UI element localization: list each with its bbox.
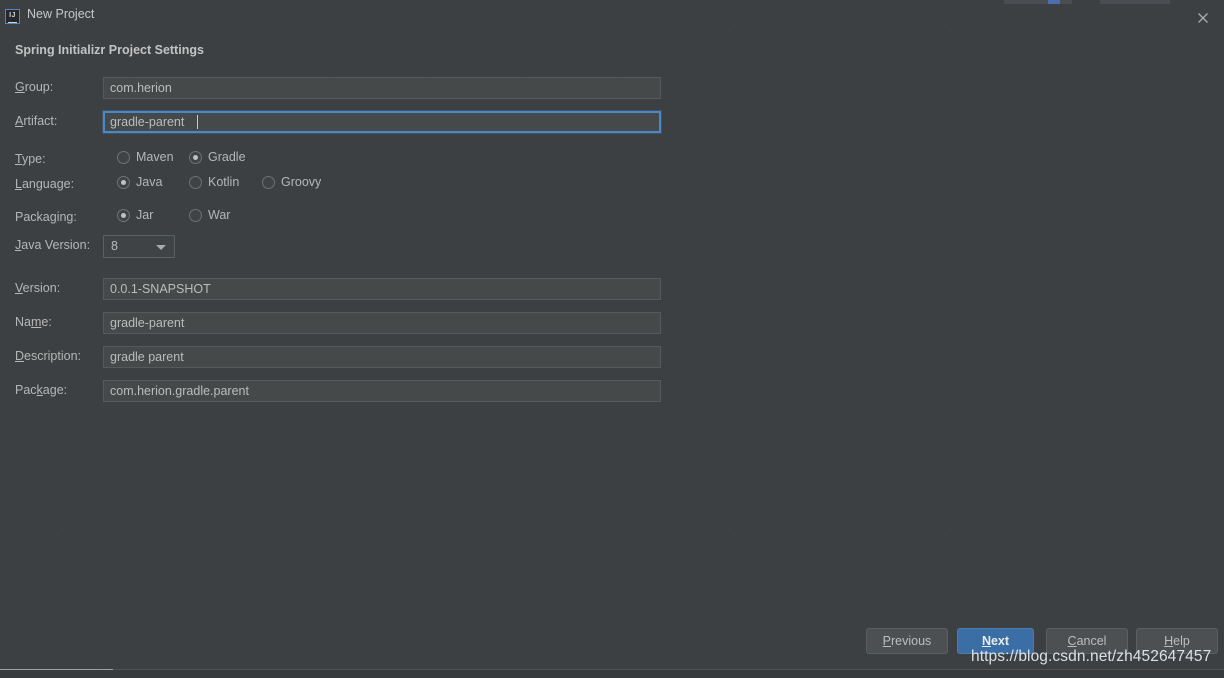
row-type: Type: Maven Gradle	[15, 149, 415, 171]
radio-dot-icon	[117, 151, 130, 164]
radio-label: Maven	[136, 150, 174, 164]
package-label: Package:	[15, 383, 67, 397]
group-input[interactable]	[103, 77, 661, 99]
java-version-value: 8	[111, 239, 118, 253]
text-caret	[197, 115, 198, 129]
language-label: Language:	[15, 177, 74, 191]
radio-dot-icon	[117, 176, 130, 189]
close-icon[interactable]	[1195, 10, 1211, 26]
java-version-dropdown[interactable]: 8	[103, 235, 175, 258]
radio-language-groovy[interactable]: Groovy	[262, 175, 321, 189]
radio-packaging-jar[interactable]: Jar	[117, 208, 153, 222]
window-title: New Project	[27, 7, 94, 21]
radio-dot-icon	[189, 151, 202, 164]
previous-button[interactable]: Previous	[866, 628, 948, 654]
below-window-bar	[0, 670, 1224, 678]
row-name: Name:	[15, 312, 661, 334]
radio-dot-icon	[117, 209, 130, 222]
row-java-version: Java Version: 8	[15, 235, 415, 258]
type-label: Type:	[15, 152, 46, 166]
java-version-label: Java Version:	[15, 238, 90, 252]
name-input[interactable]	[103, 312, 661, 334]
radio-dot-icon	[262, 176, 275, 189]
radio-packaging-war[interactable]: War	[189, 208, 230, 222]
row-artifact: Artifact:	[15, 111, 661, 133]
dialog-titlebar: IJ New Project	[0, 4, 1224, 28]
row-language: Language: Java Kotlin Groovy	[15, 174, 415, 196]
artifact-label: Artifact:	[15, 114, 57, 128]
packaging-label: Packaging:	[15, 210, 77, 224]
radio-language-java[interactable]: Java	[117, 175, 162, 189]
radio-dot-icon	[189, 176, 202, 189]
row-version: Version:	[15, 278, 661, 300]
description-input[interactable]	[103, 346, 661, 368]
dialog-footer: Previous Next Cancel Help	[0, 623, 1224, 670]
help-button[interactable]: Help	[1136, 628, 1218, 654]
row-group: Group:	[15, 77, 661, 99]
row-packaging: Packaging: Jar War	[15, 207, 415, 229]
version-input[interactable]	[103, 278, 661, 300]
radio-label: Groovy	[281, 175, 321, 189]
radio-label: Kotlin	[208, 175, 239, 189]
radio-label: Jar	[136, 208, 153, 222]
radio-type-maven[interactable]: Maven	[117, 150, 174, 164]
radio-dot-icon	[189, 209, 202, 222]
chevron-down-icon	[156, 245, 166, 250]
dialog-content: Spring Initializr Project Settings Group…	[0, 28, 1224, 623]
cancel-button[interactable]: Cancel	[1046, 628, 1128, 654]
version-label: Version:	[15, 281, 60, 295]
row-description: Description:	[15, 346, 661, 368]
radio-label: Gradle	[208, 150, 246, 164]
next-button[interactable]: Next	[957, 628, 1034, 654]
row-package: Package:	[15, 380, 661, 402]
radio-type-gradle[interactable]: Gradle	[189, 150, 246, 164]
page-title: Spring Initializr Project Settings	[15, 43, 204, 57]
package-input[interactable]	[103, 380, 661, 402]
artifact-input[interactable]	[103, 111, 661, 133]
radio-label: War	[208, 208, 230, 222]
radio-language-kotlin[interactable]: Kotlin	[189, 175, 239, 189]
group-label: Group:	[15, 80, 53, 94]
description-label: Description:	[15, 349, 81, 363]
radio-label: Java	[136, 175, 162, 189]
intellij-idea-icon: IJ	[5, 9, 20, 24]
name-label: Name:	[15, 315, 52, 329]
